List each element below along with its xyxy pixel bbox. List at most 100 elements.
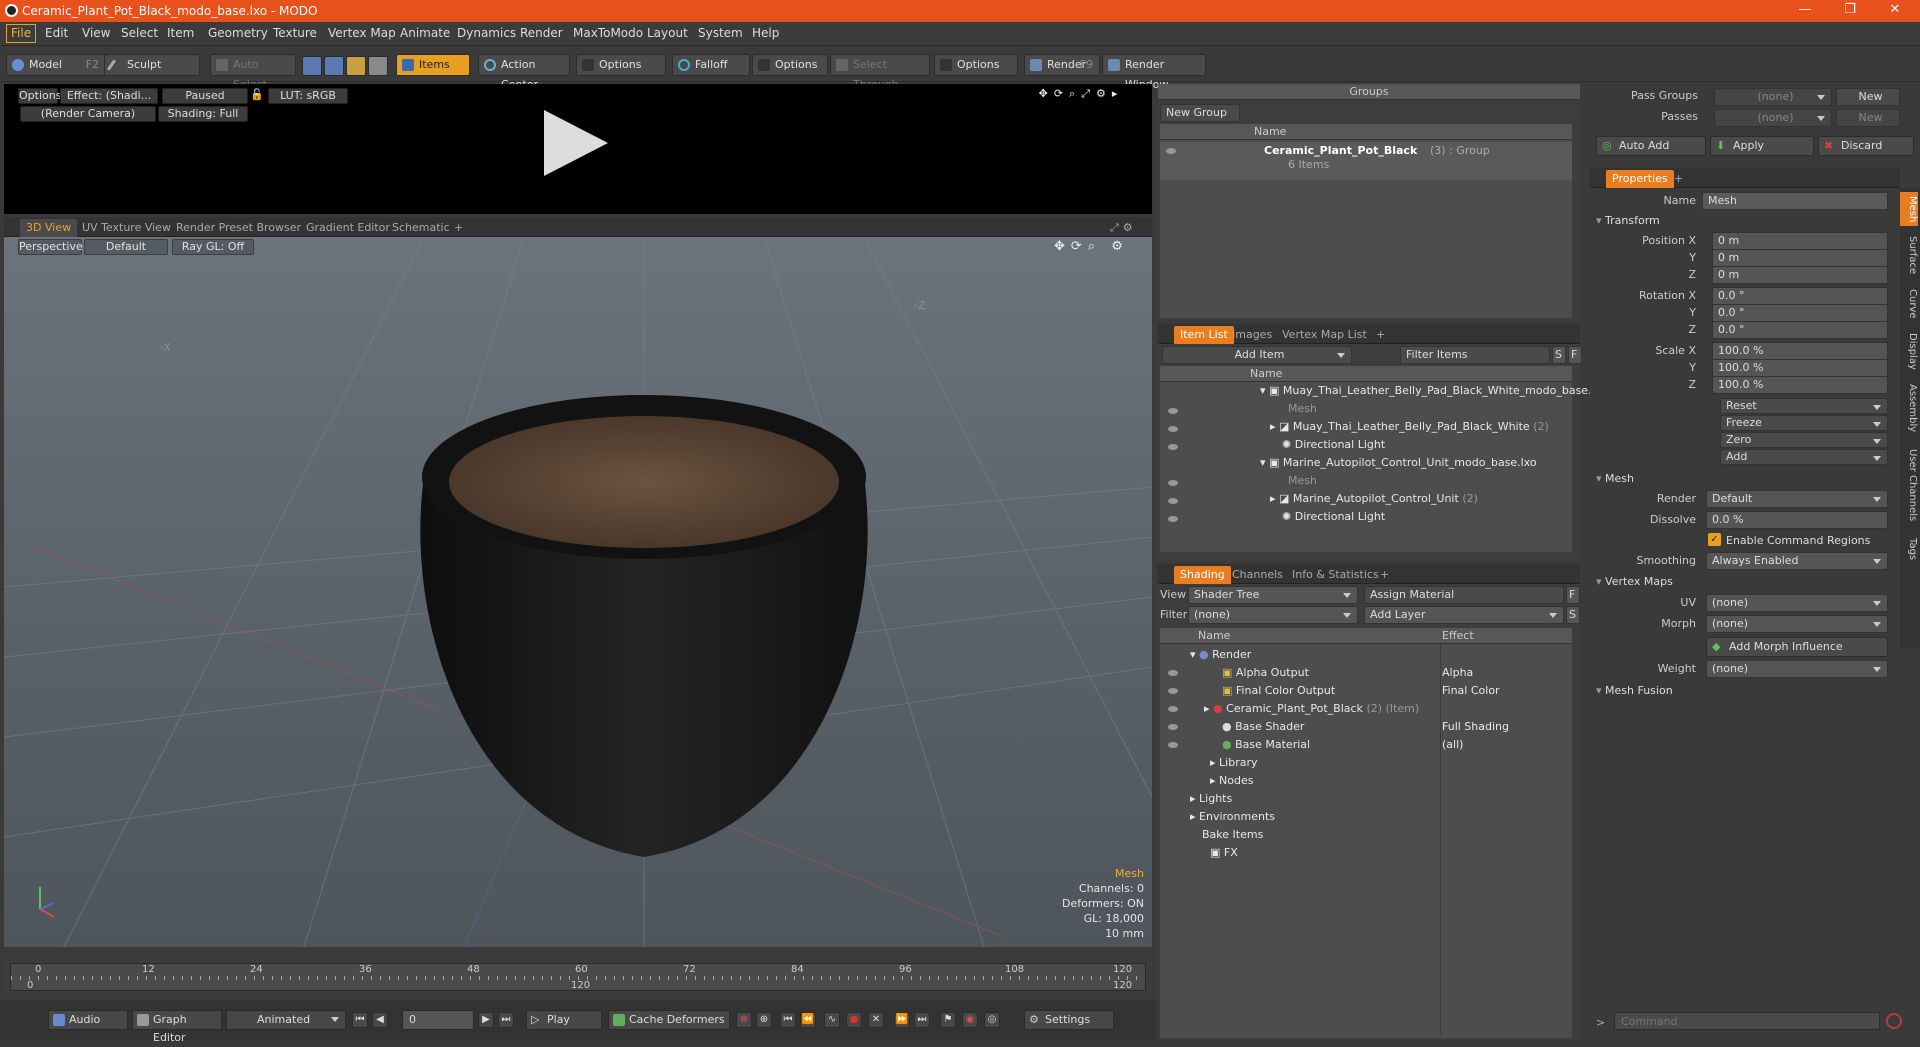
settings-button[interactable]: ⚙ Settings (1024, 1010, 1114, 1030)
close-button[interactable]: ✕ (1875, 2, 1915, 17)
edges-mode-icon[interactable] (324, 56, 344, 76)
tab-info-statistics[interactable]: Info & Statistics (1286, 566, 1385, 584)
shader-item[interactable]: ▣ Alpha Output (1222, 664, 1309, 682)
add-morph-influence-button[interactable]: ◆ Add Morph Influence (1706, 637, 1888, 657)
raygl-dropdown[interactable]: Ray GL: Off (172, 239, 254, 255)
passes-dropdown[interactable]: (none) (1714, 109, 1832, 127)
menu-dynamics[interactable]: Dynamics (457, 26, 516, 40)
menu-edit[interactable]: Edit (45, 26, 68, 40)
falloff-options-button[interactable]: Options (752, 54, 828, 76)
key-prev-icon[interactable]: ⏮ (780, 1012, 796, 1028)
key-clear-icon[interactable]: ◉ (962, 1012, 978, 1028)
reset-dropdown[interactable]: Reset (1720, 398, 1888, 414)
key-next-icon[interactable]: ⏭ (914, 1012, 930, 1028)
animated-dropdown[interactable]: Animated (226, 1010, 346, 1030)
tab-schematic[interactable]: Schematic (386, 219, 456, 237)
tab-shading[interactable]: Shading (1174, 566, 1231, 584)
shader-item[interactable]: ▸ Lights (1190, 790, 1232, 808)
menu-help[interactable]: Help (752, 26, 779, 40)
auto-add-button[interactable]: ◎ Auto Add (1596, 136, 1706, 156)
menu-file[interactable]: File (6, 24, 37, 43)
viewport-nav-icons[interactable]: ✥⟳⌕ ⚙ (1054, 239, 1129, 254)
scale-z-field[interactable]: 100.0 % (1712, 376, 1888, 394)
play-preview-icon[interactable] (544, 110, 608, 176)
side-tab-surface[interactable]: Surface (1900, 230, 1918, 280)
perspective-dropdown[interactable]: Perspective (18, 239, 83, 255)
add-item-dropdown[interactable]: Add Item (1162, 346, 1352, 364)
visibility-eye-icon[interactable] (1166, 148, 1176, 154)
audio-button[interactable]: Audio (48, 1010, 128, 1030)
prev-frame-icon[interactable]: ◀ (372, 1012, 388, 1028)
menu-system[interactable]: System (698, 26, 743, 40)
name-field[interactable]: Mesh (1702, 192, 1888, 210)
select-through-options-button[interactable]: Options (934, 54, 1018, 76)
morph-dropdown[interactable]: (none) (1706, 615, 1888, 633)
items-mode-button[interactable]: Items (396, 54, 470, 76)
frame-input[interactable]: 0 (402, 1010, 474, 1030)
rotation-z-field[interactable]: 0.0 ° (1712, 321, 1888, 339)
side-tab-assembly[interactable]: Assembly (1900, 378, 1918, 438)
add-layer-s-button[interactable]: S (1566, 606, 1580, 624)
position-z-field[interactable]: 0 m (1712, 266, 1888, 284)
key-all-icon[interactable]: ◎ (984, 1012, 1000, 1028)
list-item[interactable]: ▾ ▣ Muay_Thai_Leather_Belly_Pad_Black_Wh… (1260, 382, 1608, 400)
shader-item[interactable]: ▸ ● Ceramic_Plant_Pot_Black (2) (Item) (1204, 700, 1419, 718)
shader-item[interactable]: ▾ ● Render (1190, 646, 1251, 664)
visibility-eye-icon[interactable] (1168, 688, 1178, 694)
filter-dropdown[interactable]: (none) (1188, 606, 1358, 624)
effect-dropdown[interactable]: Alpha (1442, 664, 1473, 682)
list-item[interactable]: ▾ ▣ Marine_Autopilot_Control_Unit_modo_b… (1260, 454, 1537, 472)
side-tab-tags[interactable]: Tags (1900, 532, 1918, 566)
viewport-expand-icons[interactable]: ⤢⚙ (1104, 219, 1143, 237)
lock-icon[interactable]: 🔓 (250, 88, 264, 104)
shader-item[interactable]: ● Base Shader (1222, 718, 1304, 736)
key-back-icon[interactable]: ⏪ (800, 1012, 816, 1028)
tab-3d-view[interactable]: 3D View (20, 219, 78, 237)
menu-layout[interactable]: Layout (647, 26, 688, 40)
action-center-button[interactable]: Action Center (478, 54, 570, 91)
maximize-button[interactable]: ❐ (1830, 2, 1870, 17)
list-item[interactable]: ▸ ◪ Muay_Thai_Leather_Belly_Pad_Black_Wh… (1270, 418, 1549, 436)
render-button[interactable]: Render F9 (1024, 54, 1100, 76)
rotation-x-field[interactable]: 0.0 ° (1712, 287, 1888, 305)
preview-nav-icons[interactable]: ✥⟳⌕⤢⚙▸ (1036, 87, 1126, 103)
render-dropdown[interactable]: Default (1706, 490, 1888, 508)
render-window-button[interactable]: Render Window (1102, 54, 1206, 91)
key-set-icon[interactable]: ∿ (824, 1012, 840, 1028)
side-tab-curve[interactable]: Curve (1900, 284, 1918, 324)
scale-y-field[interactable]: 100.0 % (1712, 359, 1888, 377)
tab-render-preset-browser[interactable]: Render Preset Browser (170, 219, 307, 237)
shader-item[interactable]: Bake Items (1202, 826, 1263, 844)
action-center-options-button[interactable]: Options (576, 54, 666, 76)
freeze-dropdown[interactable]: Freeze (1720, 415, 1888, 431)
new-group-button[interactable]: New Group (1160, 104, 1240, 122)
menu-animate[interactable]: Animate (400, 26, 450, 40)
scale-x-field[interactable]: 100.0 % (1712, 342, 1888, 360)
sculpt-button[interactable]: Sculpt (104, 54, 200, 76)
side-tab-mesh[interactable]: Mesh (1900, 192, 1918, 226)
add-dropdown[interactable]: Add (1720, 449, 1888, 465)
key-delete-icon[interactable]: ✕ (868, 1012, 884, 1028)
shader-item[interactable]: ▸ Environments (1190, 808, 1275, 826)
record-key-icon[interactable]: ⊗ (736, 1012, 752, 1028)
visibility-eye-icon[interactable] (1168, 742, 1178, 748)
record-icon[interactable]: ● (846, 1012, 862, 1028)
command-input[interactable] (1614, 1012, 1880, 1030)
assign-material-button[interactable]: Assign Material (1364, 586, 1564, 604)
visibility-eye-icon[interactable] (1168, 670, 1178, 676)
filter-f-button[interactable]: F (1568, 346, 1582, 364)
dissolve-field[interactable]: 0.0 % (1706, 511, 1888, 529)
position-y-field[interactable]: 0 m (1712, 249, 1888, 267)
side-tab-user-channels[interactable]: User Channels (1900, 442, 1918, 528)
zero-dropdown[interactable]: Zero (1720, 432, 1888, 448)
add-tab-button[interactable]: + (448, 219, 469, 237)
mesh-section[interactable]: Mesh (1596, 472, 1634, 485)
select-through-button[interactable]: Select Through (830, 54, 930, 91)
preview-effect-dropdown[interactable]: Effect: (Shadi... (60, 88, 158, 104)
transform-section[interactable]: Transform (1596, 214, 1660, 227)
list-item[interactable]: Mesh (1288, 472, 1317, 490)
pass-groups-dropdown[interactable]: (none) (1714, 88, 1832, 106)
filter-items-input[interactable]: Filter Items (1400, 346, 1550, 364)
vertex-maps-section[interactable]: Vertex Maps (1596, 575, 1673, 588)
add-layer-dropdown[interactable]: Add Layer (1364, 606, 1564, 624)
